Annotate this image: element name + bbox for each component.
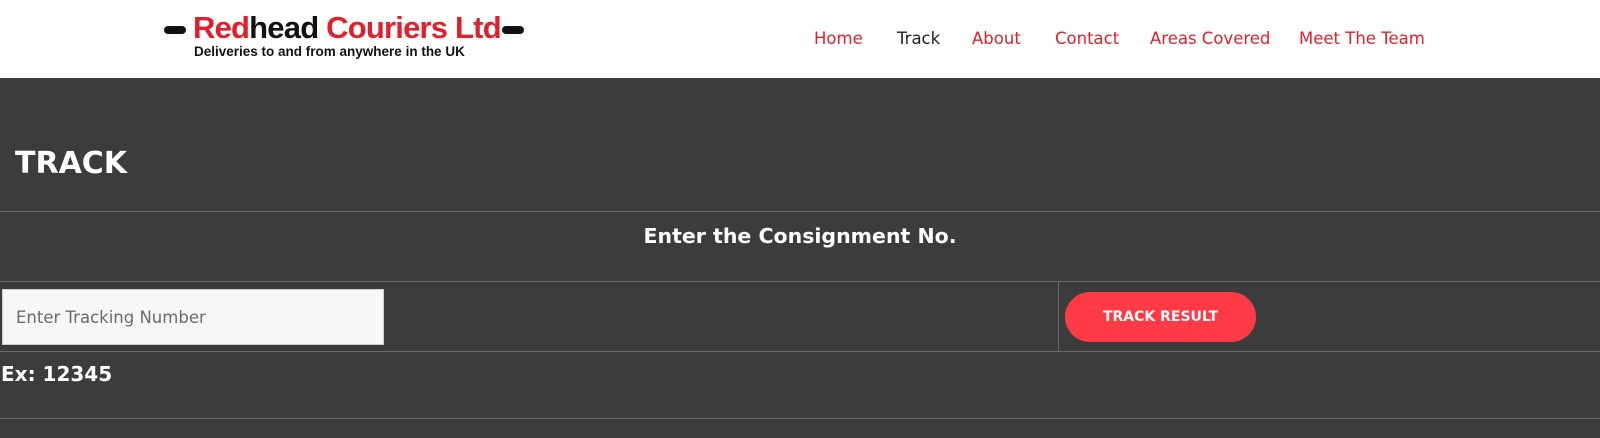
table-divider-bottom (0, 418, 1600, 419)
nav-link-meet-the-team[interactable]: Meet The Team (1299, 27, 1425, 51)
table-divider-row (0, 351, 1600, 352)
track-result-button[interactable]: TRACK RESULT (1065, 292, 1256, 342)
nav-link-track[interactable]: Track (897, 27, 940, 51)
nav-link-about[interactable]: About (972, 27, 1021, 51)
nav-link-contact[interactable]: Contact (1055, 27, 1119, 51)
table-divider-top (0, 211, 1600, 212)
table-divider-caption (0, 281, 1600, 282)
site-header: Redhead Couriers Ltd Deliveries to and f… (0, 0, 1600, 78)
nav-link-home[interactable]: Home (814, 27, 863, 51)
table-column-divider (1058, 282, 1059, 352)
main-nav: Home Track About Contact Areas Covered M… (0, 27, 1600, 51)
tracking-number-input[interactable] (2, 289, 384, 345)
tracking-caption: Enter the Consignment No. (643, 224, 957, 248)
tracking-example: Ex: 12345 (1, 362, 113, 386)
nav-link-areas-covered[interactable]: Areas Covered (1150, 27, 1270, 51)
page-title: TRACK (15, 146, 128, 181)
